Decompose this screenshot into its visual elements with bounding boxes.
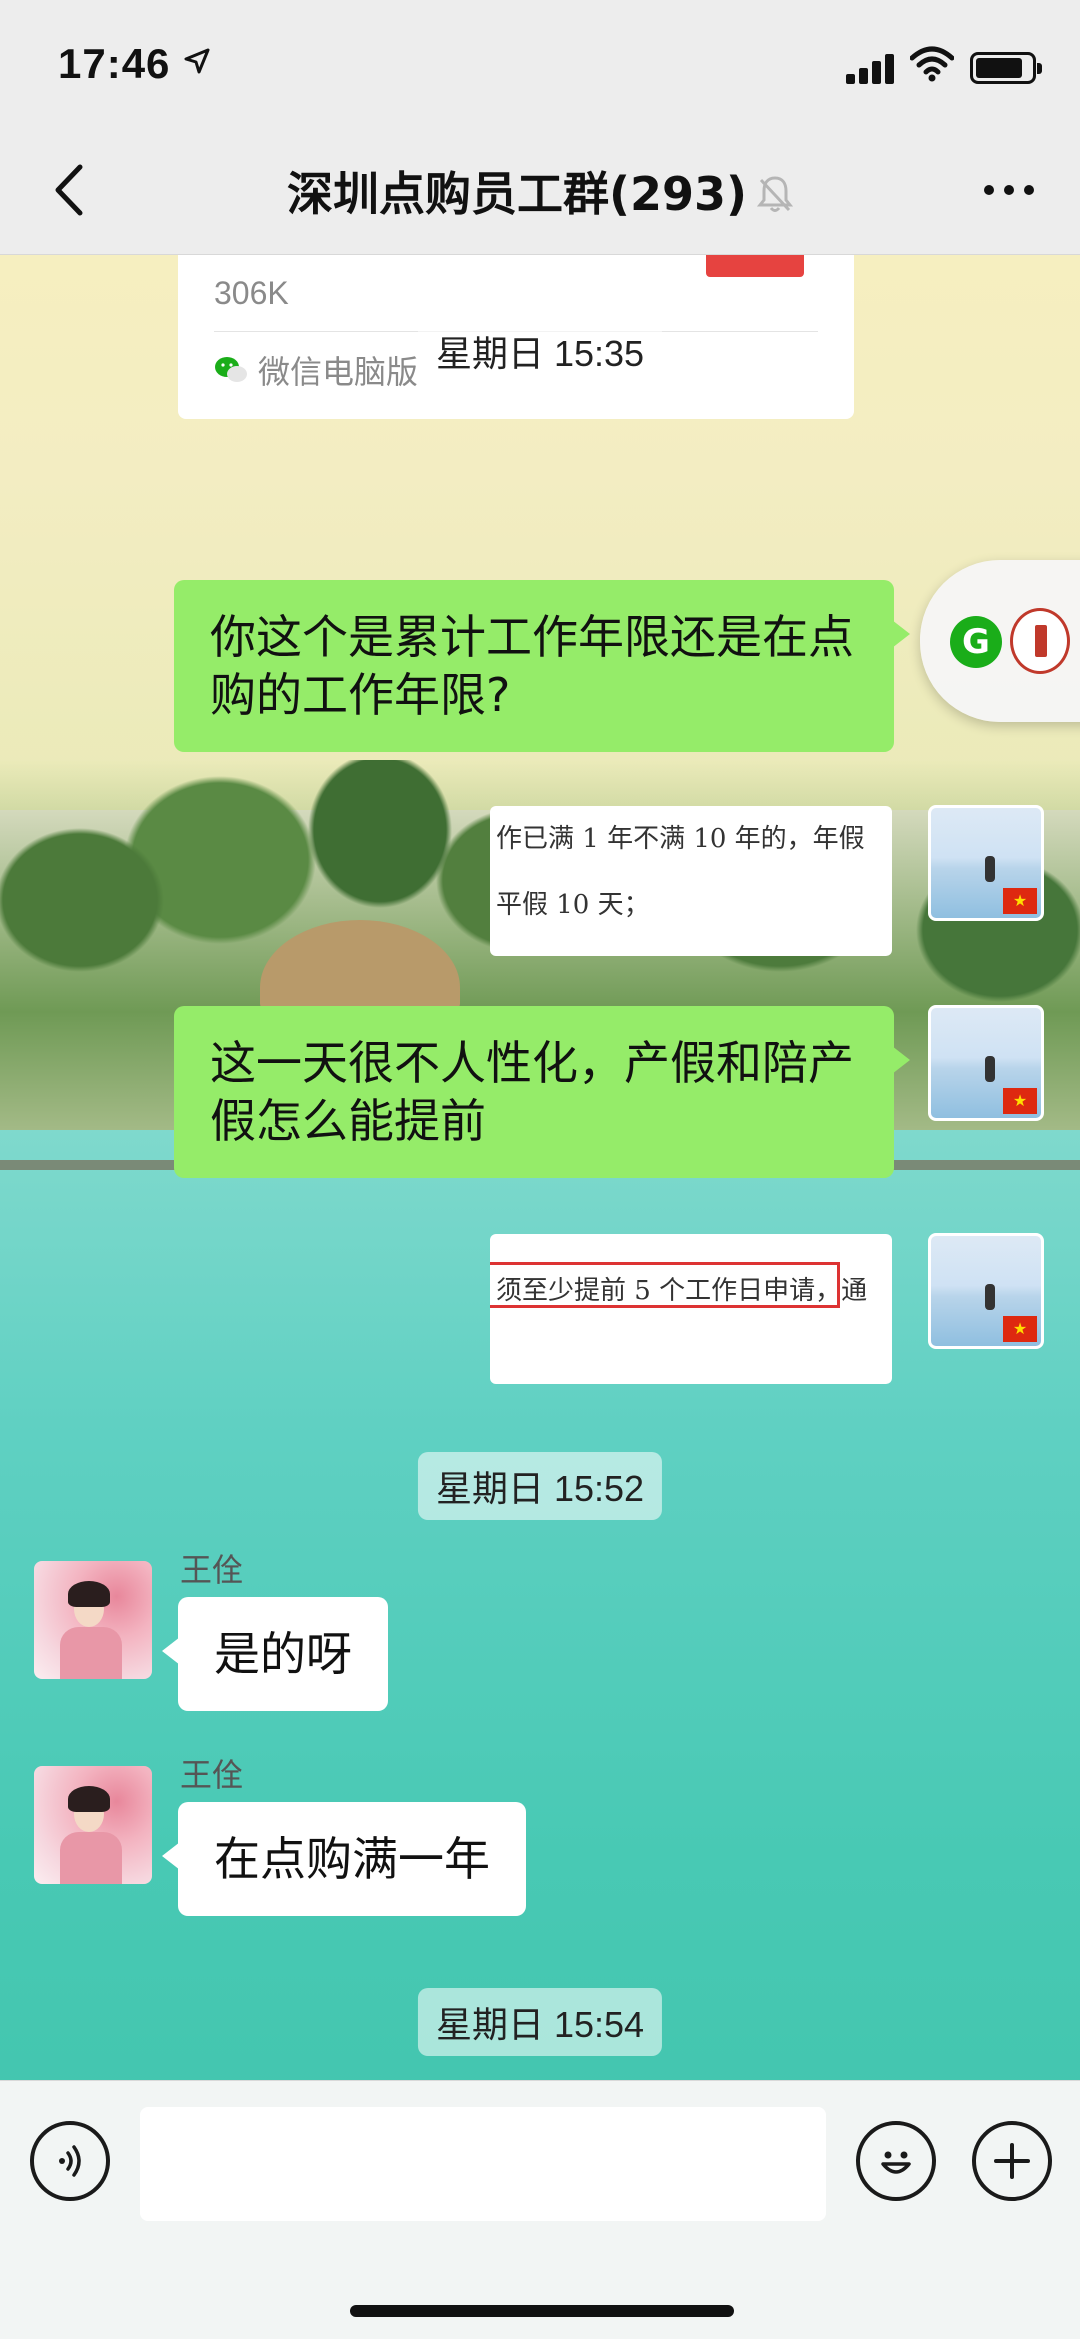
voice-icon [59, 2145, 81, 2177]
file-size: 306K [214, 275, 289, 311]
input-bar [0, 2080, 1080, 2339]
file-source-label: 微信电脑版 [258, 353, 419, 391]
home-indicator[interactable] [350, 2305, 734, 2317]
chat-messages[interactable]: 306K 微信电脑版 星期日 15:35 你这个是累计工作年限还是在点购的工作年… [0, 235, 1080, 2080]
outgoing-image-message[interactable]: 作已满 1 年不满 10 年的，年假 平假 10 天； [490, 806, 892, 956]
incoming-message[interactable]: 是的呀 [162, 1597, 388, 1711]
avatar-dress [60, 1832, 122, 1884]
more-options-button[interactable] [974, 160, 1044, 220]
dot-icon [984, 185, 994, 195]
avatar[interactable]: ★ [928, 1005, 1044, 1121]
smiley-icon [881, 2151, 911, 2174]
avatar-hair [68, 1786, 110, 1812]
china-flag-icon: ★ [1003, 1088, 1037, 1114]
voice-input-button[interactable] [30, 2121, 110, 2201]
battery-icon [970, 52, 1042, 84]
sender-name: 王佺 [180, 1756, 245, 1794]
emoji-button[interactable] [856, 2121, 936, 2201]
wifi-icon [909, 46, 955, 82]
image-text-line: 平假 10 天； [496, 890, 650, 920]
china-flag-icon: ★ [1003, 888, 1037, 914]
location-arrow-icon [182, 46, 212, 84]
sender-name: 王佺 [180, 1551, 245, 1589]
status-bar: 17:46 [0, 0, 1080, 130]
timestamp: 星期日 15:52 [417, 1452, 663, 1520]
chat-title: 深圳点购员工群(293) [286, 167, 748, 221]
green-app-icon: G [950, 616, 1002, 668]
red-seal-icon [1010, 608, 1070, 674]
cellular-signal-icon [846, 52, 896, 84]
chat-title-container[interactable]: 深圳点购员工群(293) [0, 158, 1080, 225]
avatar-hair [68, 1581, 110, 1607]
wechat-icon [215, 357, 247, 382]
avatar-figure [985, 856, 995, 882]
nav-bar: 深圳点购员工群(293) [0, 130, 1080, 255]
file-source: 微信电脑版 [214, 347, 418, 393]
timestamp: 星期日 15:35 [417, 317, 663, 385]
dot-icon [1024, 185, 1034, 195]
outgoing-message[interactable]: 这一天很不人性化，产假和陪产假怎么能提前 [174, 1006, 910, 1178]
incoming-message[interactable]: 在点购满一年 [162, 1802, 526, 1916]
bell-slash-icon [756, 171, 794, 225]
avatar[interactable]: ★ [928, 805, 1044, 921]
avatar[interactable] [34, 1561, 152, 1679]
avatar-dress [60, 1627, 122, 1679]
outgoing-image-message[interactable]: 须至少提前 5 个工作日申请，通 [490, 1234, 892, 1384]
avatar-figure [985, 1056, 995, 1082]
timestamp: 星期日 15:54 [417, 1988, 663, 2056]
china-flag-icon: ★ [1003, 1316, 1037, 1342]
image-text-line: 作已满 1 年不满 10 年的，年假 [496, 824, 865, 854]
floating-assistant-button[interactable]: G [920, 560, 1080, 722]
message-input[interactable] [140, 2107, 826, 2221]
avatar[interactable] [34, 1766, 152, 1884]
dot-icon [1004, 185, 1014, 195]
outgoing-message[interactable]: 你这个是累计工作年限还是在点购的工作年限? [174, 580, 910, 752]
image-text-line: 须至少提前 5 个工作日申请，通 [496, 1276, 868, 1306]
status-time: 17:46 [58, 40, 171, 87]
battery-level [976, 58, 1022, 78]
avatar[interactable]: ★ [928, 1233, 1044, 1349]
more-functions-button[interactable] [972, 2121, 1052, 2201]
plus-icon [994, 2143, 1030, 2179]
avatar-figure [985, 1284, 995, 1310]
